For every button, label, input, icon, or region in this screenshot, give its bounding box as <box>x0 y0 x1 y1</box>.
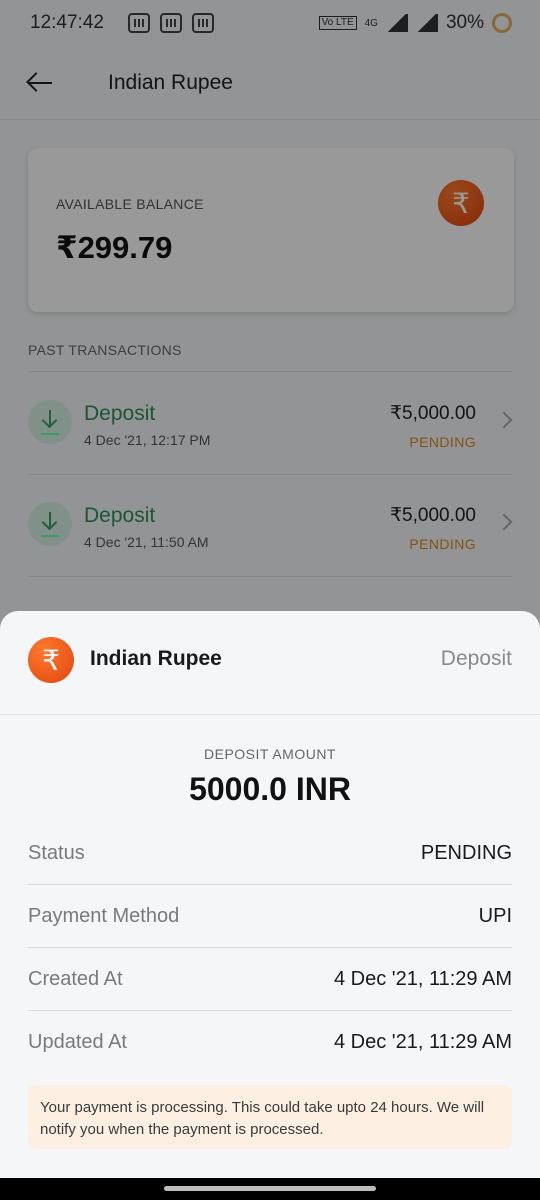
system-nav-bar <box>0 1178 540 1200</box>
transaction-detail-sheet: ₹ Indian Rupee Deposit DEPOSIT AMOUNT 50… <box>0 611 540 1178</box>
deposit-amount-value: 5000.0 INR <box>189 771 351 807</box>
sheet-header: ₹ Indian Rupee Deposit <box>0 611 540 715</box>
processing-notice: Your payment is processing. This could t… <box>28 1085 512 1149</box>
detail-value: PENDING <box>420 841 512 864</box>
detail-key: Payment Method <box>28 904 180 927</box>
detail-key: Updated At <box>28 1031 127 1053</box>
detail-value: 4 Dec '21, 11:29 AM <box>334 967 512 990</box>
sheet-title: Indian Rupee <box>90 647 222 670</box>
detail-value: 4 Dec '21, 11:29 AM <box>334 1031 512 1053</box>
detail-key: Created At <box>28 967 123 990</box>
detail-key: Status <box>28 841 85 864</box>
rupee-icon: ₹ <box>28 637 74 683</box>
detail-row-created-at: Created At 4 Dec '21, 11:29 AM <box>28 948 512 1011</box>
detail-row-payment-method: Payment Method UPI <box>28 885 512 948</box>
sheet-transaction-type: Deposit <box>440 647 512 670</box>
detail-row-updated-at: Updated At 4 Dec '21, 11:29 AM <box>28 1011 512 1074</box>
detail-row-status: Status PENDING <box>28 822 512 885</box>
home-gesture-pill[interactable] <box>164 1186 376 1191</box>
deposit-amount-label: DEPOSIT AMOUNT <box>204 746 336 762</box>
detail-value: UPI <box>478 904 512 927</box>
